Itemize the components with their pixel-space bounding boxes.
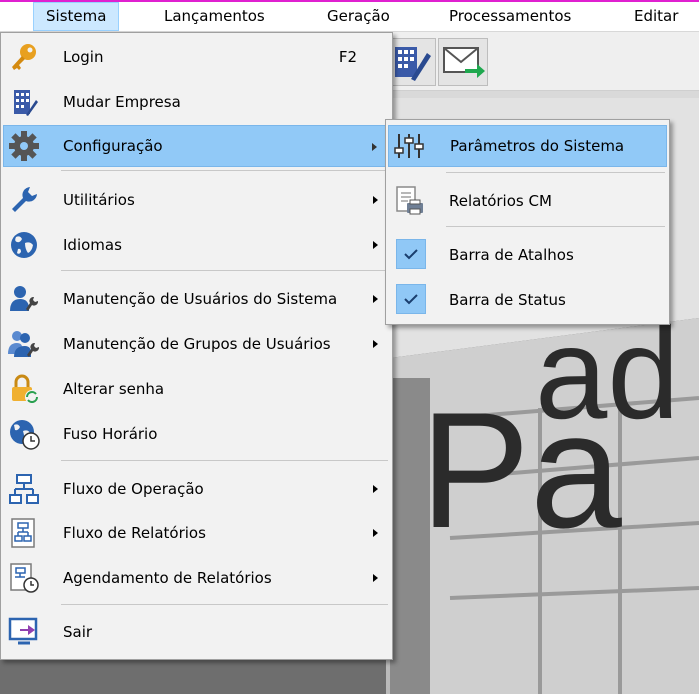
mail-forward-icon (443, 47, 485, 78)
checkmark-box (396, 284, 426, 314)
exit-monitor-icon (8, 617, 38, 645)
menu-item-manutencao-grupos[interactable]: Manutenção de Grupos de Usuários (3, 323, 390, 365)
submenu-item-barra-atalhos[interactable]: Barra de Atalhos (388, 234, 667, 276)
menu-separator (61, 460, 388, 461)
globe-icon (11, 232, 37, 258)
menu-item-label: Manutenção de Grupos de Usuários (63, 335, 331, 353)
checkmark-box (396, 239, 426, 269)
menu-item-label: Login (63, 48, 104, 66)
menu-item-fuso-horario[interactable]: Fuso Horário (3, 413, 390, 455)
building-icon (14, 90, 38, 116)
globe-clock-icon (10, 420, 40, 450)
menu-item-label: Idiomas (63, 236, 122, 254)
menu-item-label: Utilitários (63, 191, 135, 209)
sliders-icon (394, 134, 424, 158)
flowchart-icon (9, 474, 39, 504)
menu-item-label: Agendamento de Relatórios (63, 569, 272, 587)
group-wrench-icon (8, 331, 40, 357)
menu-item-label: Fluxo de Operação (63, 480, 204, 498)
menu-item-login[interactable]: Login F2 (3, 36, 390, 78)
menu-item-fluxo-relatorios[interactable]: Fluxo de Relatórios (3, 512, 390, 554)
menu-item-label: Configuração (63, 137, 163, 155)
report-printer-icon (396, 186, 423, 215)
menu-separator (61, 170, 388, 171)
gear-icon (9, 131, 39, 161)
submenu-item-parametros-sistema[interactable]: Parâmetros do Sistema (388, 125, 667, 167)
submenu-item-label: Parâmetros do Sistema (450, 137, 625, 155)
menu-separator (446, 226, 665, 227)
menu-processamentos[interactable]: Processamentos (437, 2, 583, 31)
submenu-arrow-icon (373, 574, 378, 582)
menu-item-label: Fuso Horário (63, 425, 158, 443)
menu-item-alterar-senha[interactable]: Alterar senha (3, 368, 390, 410)
configuracao-submenu: Parâmetros do Sistema Relatórios CM Barr… (385, 119, 670, 325)
submenu-arrow-icon (372, 143, 377, 151)
shortcut-label: F2 (338, 48, 357, 66)
menu-bar: Sistema Lançamentos Geração Processament… (0, 2, 699, 32)
menu-item-label: Mudar Empresa (63, 93, 181, 111)
toolbar-building-button[interactable] (386, 38, 436, 86)
submenu-arrow-icon (373, 485, 378, 493)
background-text-pa: Pa (420, 378, 622, 562)
menu-separator (61, 604, 388, 605)
submenu-arrow-icon (373, 529, 378, 537)
menu-item-mudar-empresa[interactable]: Mudar Empresa (3, 81, 390, 123)
menu-item-configuracao[interactable]: Configuração (3, 125, 390, 167)
menu-sistema[interactable]: Sistema (33, 2, 120, 31)
submenu-arrow-icon (373, 196, 378, 204)
menu-separator (446, 172, 665, 173)
report-flow-icon (11, 518, 35, 548)
submenu-item-relatorios-cm[interactable]: Relatórios CM (388, 180, 667, 222)
report-schedule-icon (10, 563, 39, 593)
menu-item-agendamento-relatorios[interactable]: Agendamento de Relatórios (3, 557, 390, 599)
submenu-item-label: Barra de Status (449, 291, 566, 309)
menu-separator (61, 270, 388, 271)
wrench-icon (12, 187, 37, 212)
key-icon (12, 44, 36, 70)
toolbar (386, 32, 699, 91)
menu-editar[interactable]: Editar (622, 2, 690, 31)
lock-refresh-icon (12, 374, 39, 404)
menu-item-label: Alterar senha (63, 380, 165, 398)
toolbar-mail-button[interactable] (438, 38, 488, 86)
submenu-arrow-icon (373, 295, 378, 303)
checkmark-icon (404, 249, 418, 260)
submenu-item-barra-status[interactable]: Barra de Status (388, 279, 667, 321)
menu-item-label: Fluxo de Relatórios (63, 524, 206, 542)
menu-item-sair[interactable]: Sair (3, 611, 390, 653)
menu-item-idiomas[interactable]: Idiomas (3, 224, 390, 266)
submenu-arrow-icon (373, 340, 378, 348)
building-edit-icon (395, 47, 431, 81)
menu-item-fluxo-operacao[interactable]: Fluxo de Operação (3, 468, 390, 510)
submenu-item-label: Relatórios CM (449, 192, 552, 210)
menu-lancamentos[interactable]: Lançamentos (152, 2, 277, 31)
menu-item-manutencao-usuarios[interactable]: Manutenção de Usuários do Sistema (3, 278, 390, 320)
menu-item-utilitarios[interactable]: Utilitários (3, 179, 390, 221)
user-wrench-icon (10, 286, 39, 311)
menu-item-label: Sair (63, 623, 93, 641)
menu-geracao[interactable]: Geração (315, 2, 402, 31)
menu-item-label: Manutenção de Usuários do Sistema (63, 290, 338, 308)
checkmark-icon (404, 294, 418, 305)
sistema-menu: Login F2 Mudar Empresa Configuração Util… (0, 32, 393, 660)
submenu-item-label: Barra de Atalhos (449, 246, 574, 264)
submenu-arrow-icon (373, 241, 378, 249)
